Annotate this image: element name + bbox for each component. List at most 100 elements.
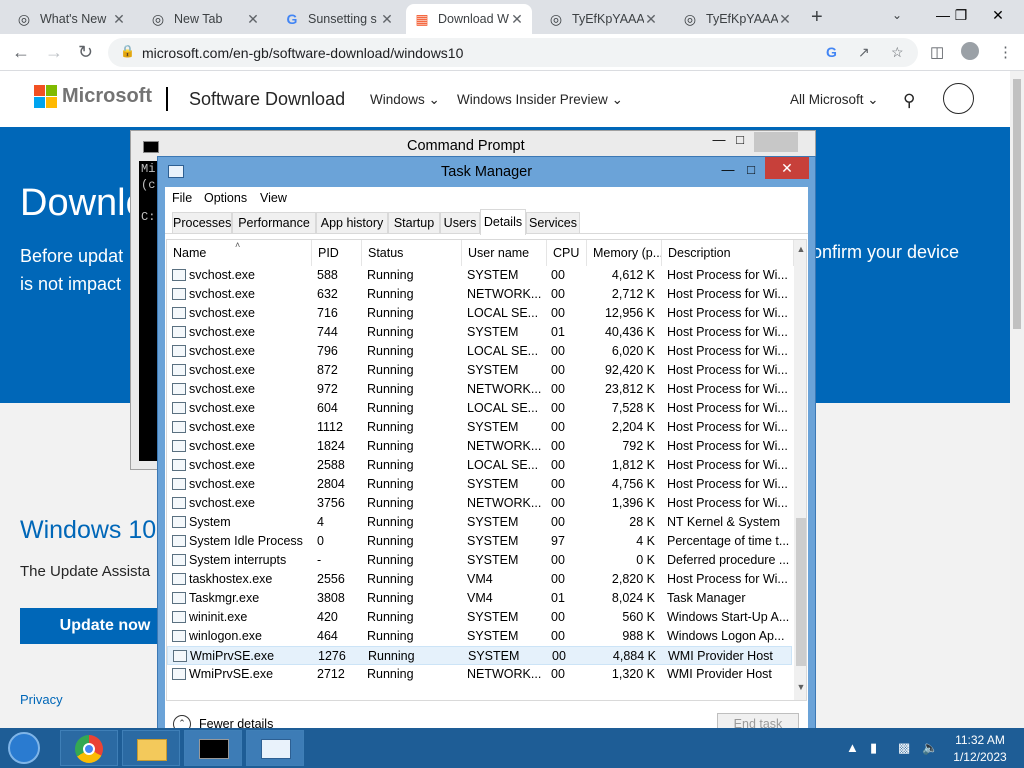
privacy-link[interactable]: Privacy <box>20 692 63 707</box>
volume-icon[interactable]: 🔈 <box>922 740 938 756</box>
cmd-maximize-icon[interactable]: □ <box>733 132 747 152</box>
table-row[interactable]: WmiPrvSE.exe 1276 Running SYSTEM 00 4,884 K WM… <box>167 646 792 665</box>
scrollbar-thumb[interactable] <box>796 518 806 666</box>
nav-all-microsoft[interactable]: All Microsoft ⌄ <box>790 92 879 108</box>
tm-titlebar[interactable]: Task Manager — □ ✕ <box>158 157 815 187</box>
table-row[interactable]: svchost.exe 632 Running NETWORK... 00 2,712 K… <box>167 285 792 304</box>
tm-minimize-icon[interactable]: — <box>718 159 738 183</box>
col-description-header[interactable]: Description <box>662 240 794 266</box>
table-row[interactable]: svchost.exe 2588 Running LOCAL SE... 00 1,812… <box>167 456 792 475</box>
forward-icon[interactable]: → <box>45 42 63 63</box>
account-icon[interactable] <box>943 83 974 114</box>
tab-users[interactable]: Users <box>440 212 480 234</box>
cmd-minimize-icon[interactable]: — <box>709 132 729 152</box>
table-row[interactable]: Taskmgr.exe 3808 Running VM4 01 8,024 K Task M… <box>167 589 792 608</box>
tm-close-icon[interactable]: ✕ <box>765 157 809 179</box>
table-row[interactable]: wininit.exe 420 Running SYSTEM 00 560 K Window… <box>167 608 792 627</box>
menu-options[interactable]: Options <box>204 191 247 205</box>
clock-time[interactable]: 11:32 AM <box>950 733 1010 747</box>
table-row[interactable]: taskhostex.exe 2556 Running VM4 00 2,820 K Hos… <box>167 570 792 589</box>
start-button[interactable] <box>4 730 44 766</box>
tab-search-icon[interactable]: ⌄ <box>892 8 902 22</box>
tab-performance[interactable]: Performance <box>232 212 316 234</box>
lock-icon[interactable]: 🔒 <box>120 44 135 58</box>
table-row[interactable]: svchost.exe 604 Running LOCAL SE... 00 7,528 … <box>167 399 792 418</box>
taskbar-task-manager[interactable] <box>246 730 304 766</box>
tab-close-icon[interactable]: ✕ <box>246 11 260 28</box>
table-row[interactable]: svchost.exe 2804 Running SYSTEM 00 4,756 K Hos… <box>167 475 792 494</box>
table-row[interactable]: System Idle Process 0 Running SYSTEM 97 4 K Pe… <box>167 532 792 551</box>
col-name-header[interactable]: Name ˄ <box>167 240 312 266</box>
back-icon[interactable]: ← <box>12 42 30 63</box>
browser-tab[interactable]: ◎ What's New ✕ <box>8 4 134 34</box>
show-hidden-icons[interactable]: ▲ <box>846 740 859 755</box>
page-scrollbar-thumb[interactable] <box>1013 79 1021 329</box>
google-translate-icon[interactable]: G <box>826 44 837 60</box>
taskbar-cmd[interactable] <box>184 730 242 766</box>
browser-tab[interactable]: ◎ TyEfKpYAAA ✕ <box>540 4 666 34</box>
tab-processes[interactable]: Processes <box>172 212 232 234</box>
taskbar-chrome[interactable] <box>60 730 118 766</box>
table-row[interactable]: svchost.exe 744 Running SYSTEM 01 40,436 K Hos… <box>167 323 792 342</box>
table-row[interactable]: System 4 Running SYSTEM 00 28 K NT Kernel & Sy… <box>167 513 792 532</box>
browser-tab[interactable]: G Sunsetting s ✕ <box>276 4 402 34</box>
tab-startup[interactable]: Startup <box>388 212 440 234</box>
table-row[interactable]: winlogon.exe 464 Running SYSTEM 00 988 K Windo… <box>167 627 792 646</box>
table-row[interactable]: svchost.exe 872 Running SYSTEM 00 92,420 K Hos… <box>167 361 792 380</box>
taskbar-explorer[interactable] <box>122 730 180 766</box>
table-row[interactable]: WmiPrvSE.exe 2712 Running NETWORK... 00 1,320… <box>167 665 792 684</box>
close-icon[interactable]: ✕ <box>980 0 1016 34</box>
table-row[interactable]: svchost.exe 972 Running NETWORK... 00 23,812 … <box>167 380 792 399</box>
tab-close-icon[interactable]: ✕ <box>380 11 394 28</box>
col-memory-header[interactable]: Memory (p... <box>587 240 662 266</box>
tm-maximize-icon[interactable]: □ <box>743 159 759 183</box>
tab-close-icon[interactable]: ✕ <box>510 11 524 28</box>
page-scrollbar[interactable] <box>1010 71 1024 728</box>
table-row[interactable]: svchost.exe 3756 Running NETWORK... 00 1,396 … <box>167 494 792 513</box>
cmd-close-icon[interactable] <box>754 132 798 152</box>
reload-icon[interactable]: ↻ <box>78 42 93 63</box>
scroll-up-icon[interactable]: ▲ <box>794 244 806 258</box>
menu-file[interactable]: File <box>172 191 192 205</box>
share-icon[interactable]: ↗ <box>858 44 870 61</box>
cmd-console[interactable]: Mi (c C: <box>139 161 157 461</box>
tab-close-icon[interactable]: ✕ <box>644 11 658 28</box>
restore-icon[interactable]: ❐ <box>943 0 979 34</box>
browser-tab[interactable]: ◎ New Tab ✕ <box>142 4 268 34</box>
table-row[interactable]: svchost.exe 716 Running LOCAL SE... 00 12,956… <box>167 304 792 323</box>
nav-windows-insider[interactable]: Windows Insider Preview ⌄ <box>457 92 623 108</box>
clock-date[interactable]: 1/12/2023 <box>950 750 1010 764</box>
col-status-header[interactable]: Status <box>362 240 462 266</box>
process-scrollbar[interactable]: ▲ ▼ <box>794 240 806 700</box>
browser-tab[interactable]: ▦ Download W ✕ <box>406 4 532 34</box>
address-bar[interactable]: 🔒 microsoft.com/en-gb/software-download/… <box>108 38 918 67</box>
side-panel-icon[interactable]: ◫ <box>930 43 944 61</box>
table-row[interactable]: svchost.exe 1824 Running NETWORK... 00 792 K H… <box>167 437 792 456</box>
nav-windows[interactable]: Windows ⌄ <box>370 92 440 108</box>
chrome-menu-icon[interactable]: ⋮ <box>998 43 1013 61</box>
page-title[interactable]: Software Download <box>189 89 345 110</box>
table-row[interactable]: svchost.exe 796 Running LOCAL SE... 00 6,020 … <box>167 342 792 361</box>
tab-details[interactable]: Details <box>480 209 526 235</box>
url-text[interactable]: microsoft.com/en-gb/software-download/wi… <box>142 45 463 61</box>
microsoft-logo[interactable] <box>34 85 57 108</box>
table-row[interactable]: System interrupts - Running SYSTEM 00 0 K Defe… <box>167 551 792 570</box>
new-tab-button[interactable]: + <box>811 6 823 29</box>
table-row[interactable]: svchost.exe 588 Running SYSTEM 00 4,612 K Host… <box>167 266 792 285</box>
action-center-icon[interactable]: ▮ <box>870 740 877 756</box>
tab-app-history[interactable]: App history <box>316 212 388 234</box>
microsoft-brand[interactable]: Microsoft <box>62 85 152 108</box>
menu-view[interactable]: View <box>260 191 287 205</box>
network-icon[interactable]: ▩ <box>898 740 910 756</box>
profile-avatar[interactable] <box>961 42 979 60</box>
browser-tab[interactable]: ◎ TyEfKpYAAA ✕ <box>674 4 800 34</box>
tab-close-icon[interactable]: ✕ <box>112 11 126 28</box>
bookmark-star-icon[interactable]: ☆ <box>891 44 904 61</box>
col-user-header[interactable]: User name <box>462 240 547 266</box>
tab-services[interactable]: Services <box>526 212 580 234</box>
tab-close-icon[interactable]: ✕ <box>778 11 792 28</box>
search-icon[interactable]: ⚲ <box>903 91 915 111</box>
col-pid-header[interactable]: PID <box>312 240 362 266</box>
task-manager-window[interactable]: Task Manager — □ ✕ File Options View Pro… <box>157 156 816 736</box>
scroll-down-icon[interactable]: ▼ <box>794 682 806 696</box>
